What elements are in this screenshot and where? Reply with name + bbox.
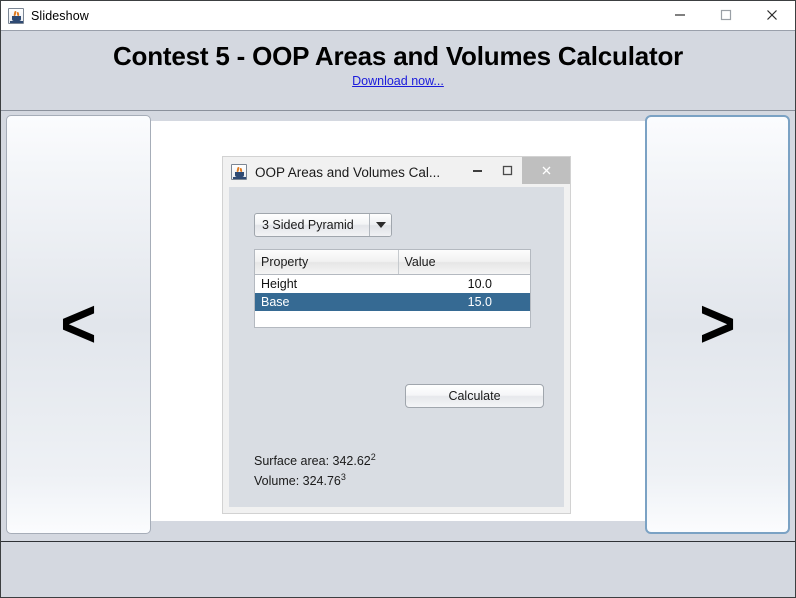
window-titlebar: Slideshow — [1, 1, 795, 31]
next-slide-button[interactable]: > — [645, 115, 790, 534]
chevron-down-icon[interactable] — [369, 214, 391, 236]
shape-select[interactable]: 3 Sided Pyramid — [254, 213, 392, 237]
table-header-row: Property Value — [255, 250, 530, 275]
calculator-content: 3 Sided Pyramid Property Value Height 10… — [229, 187, 564, 507]
titlebar-left-group: Slideshow — [1, 7, 89, 24]
calculate-button[interactable]: Calculate — [405, 384, 544, 408]
slideshow-body: < OOP Areas and Volumes Cal... 3 Sided P… — [1, 111, 795, 541]
column-header-property[interactable]: Property — [255, 250, 399, 275]
calculator-window-title: OOP Areas and Volumes Cal... — [255, 164, 441, 180]
cell-property-empty — [255, 311, 398, 327]
maximize-icon[interactable] — [703, 1, 749, 29]
slideshow-window: Slideshow Contest 5 - OOP Areas and Volu… — [0, 0, 796, 598]
chevron-right-icon: > — [699, 286, 736, 363]
window-title: Slideshow — [31, 8, 89, 23]
surface-area-exponent: 2 — [370, 452, 376, 462]
calculator-app-screenshot: OOP Areas and Volumes Cal... 3 Sided Pyr… — [222, 156, 571, 514]
surface-area-text: Surface area: 342.62 — [254, 454, 371, 469]
cell-property: Base — [255, 293, 398, 311]
column-header-value[interactable]: Value — [398, 250, 530, 275]
cell-value: 10.0 — [398, 274, 530, 293]
cell-value: 15.0 — [398, 293, 530, 311]
close-icon[interactable] — [749, 1, 795, 29]
maximize-icon[interactable] — [492, 157, 522, 184]
calculator-window-controls — [462, 157, 570, 184]
volume-exponent: 3 — [340, 471, 346, 482]
download-now-link[interactable]: Download now... — [352, 74, 444, 88]
previous-slide-button[interactable]: < — [6, 115, 151, 534]
minimize-icon[interactable] — [657, 1, 703, 29]
cell-property: Height — [255, 274, 398, 293]
java-coffee-cup-icon — [231, 164, 247, 180]
results-panel: Surface area: 342.622 Volume: 324.763 — [254, 451, 376, 491]
header-banner: Contest 5 - OOP Areas and Volumes Calcul… — [1, 31, 795, 111]
chevron-left-icon: < — [60, 286, 97, 363]
minimize-icon[interactable] — [462, 157, 492, 184]
table-row[interactable]: Base 15.0 — [255, 293, 530, 311]
bottom-panel — [1, 541, 795, 597]
shape-select-value: 3 Sided Pyramid — [262, 218, 354, 232]
surface-area-result: Surface area: 342.622 — [254, 451, 376, 471]
table-row-empty[interactable] — [255, 311, 530, 327]
volume-result: Volume: 324.763 — [254, 471, 376, 491]
slide-canvas: OOP Areas and Volumes Cal... 3 Sided Pyr… — [151, 121, 645, 521]
window-controls — [657, 1, 795, 29]
page-title: Contest 5 - OOP Areas and Volumes Calcul… — [112, 41, 684, 71]
java-coffee-cup-icon — [8, 7, 24, 24]
properties-table[interactable]: Property Value Height 10.0 Base 15.0 — [254, 249, 531, 328]
close-icon[interactable] — [522, 157, 570, 184]
table-row[interactable]: Height 10.0 — [255, 274, 530, 293]
volume-text: Volume: 324.76 — [254, 474, 341, 489]
calculator-titlebar: OOP Areas and Volumes Cal... — [223, 157, 570, 187]
cell-value-empty — [398, 311, 530, 327]
